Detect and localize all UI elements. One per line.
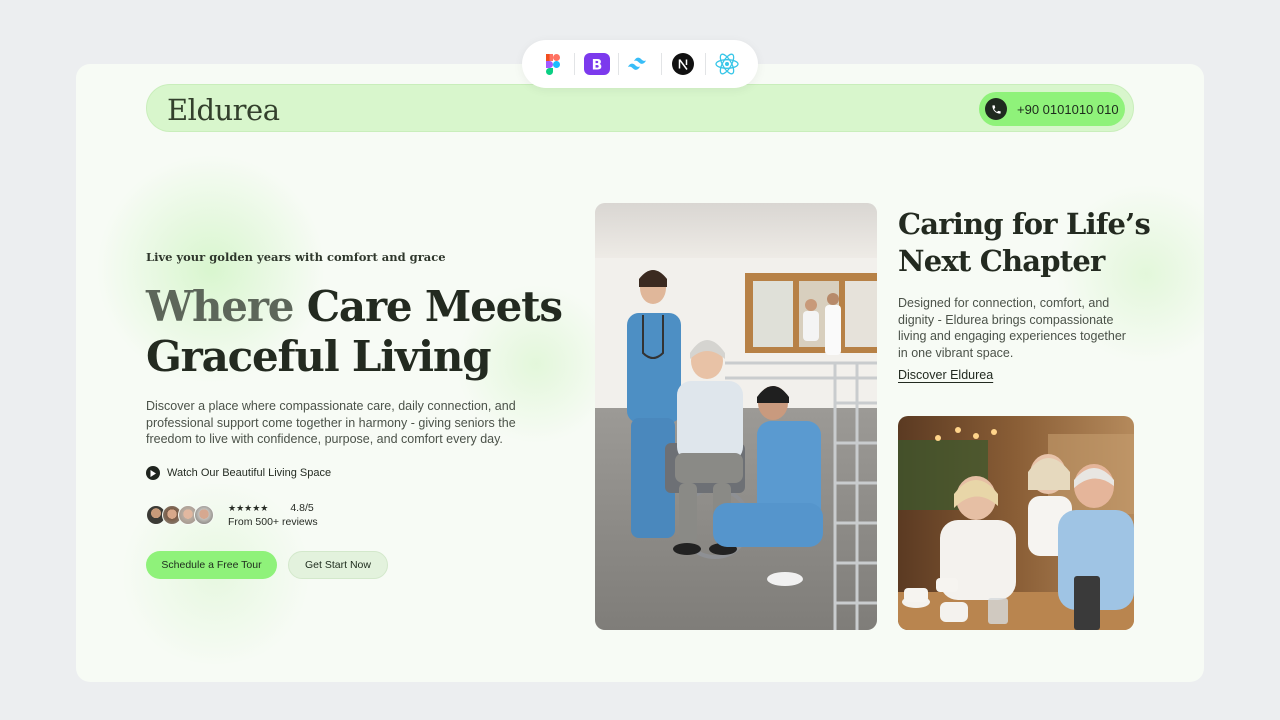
tech-stack-badges: B [522,40,758,88]
divider [661,53,663,75]
divider [574,53,576,75]
tailwind-icon [627,51,653,77]
rating-score: 4.8/5 [290,502,314,514]
star-rating: ★★★★★ [228,502,269,513]
phone-button[interactable]: +90 0101010 010 [979,92,1125,126]
avatar [194,505,214,525]
logo[interactable]: Eldurea [167,93,280,127]
hero-title-line1: Care Meets [293,282,563,331]
divider [617,53,619,75]
hero-title: Where Care Meets Graceful Living [146,282,566,382]
get-started-button[interactable]: Get Start Now [288,551,388,579]
react-icon [714,51,740,77]
hero-title-line2: Graceful Living [146,332,492,381]
navbar: Eldurea +90 0101010 010 [146,84,1134,132]
divider [704,53,706,75]
logo-text: Eldurea [167,93,280,127]
nextjs-icon [670,51,696,77]
rating-block: ★★★★★ 4.8/5 From 500+ reviews [228,502,318,528]
hero-tagline: Live your golden years with comfort and … [146,250,446,264]
watch-video-label: Watch Our Beautiful Living Space [167,467,332,479]
svg-text:B: B [591,58,602,74]
schedule-tour-button[interactable]: Schedule a Free Tour [146,551,277,579]
reviews-summary: ★★★★★ 4.8/5 From 500+ reviews [146,502,318,528]
watch-video-link[interactable]: Watch Our Beautiful Living Space [146,466,331,480]
figma-icon [540,51,566,77]
hero-card: Eldurea +90 0101010 010 Live your golden… [76,64,1204,682]
play-icon [146,466,160,480]
bootstrap-icon: B [583,51,610,77]
phone-icon [985,98,1007,120]
hero-title-soft-word: Where [146,282,294,331]
section-title: Caring for Life’s Next Chapter [898,207,1151,278]
review-count: From 500+ reviews [228,516,318,528]
avatar-group [146,505,214,525]
caregivers-photo [595,203,877,630]
section-description: Designed for connection, comfort, and di… [898,296,1126,360]
discover-link[interactable]: Discover Eldurea [898,368,993,382]
hero-description: Discover a place where compassionate car… [146,399,516,446]
seniors-coffee-photo [898,416,1134,630]
phone-number: +90 0101010 010 [1017,101,1119,117]
